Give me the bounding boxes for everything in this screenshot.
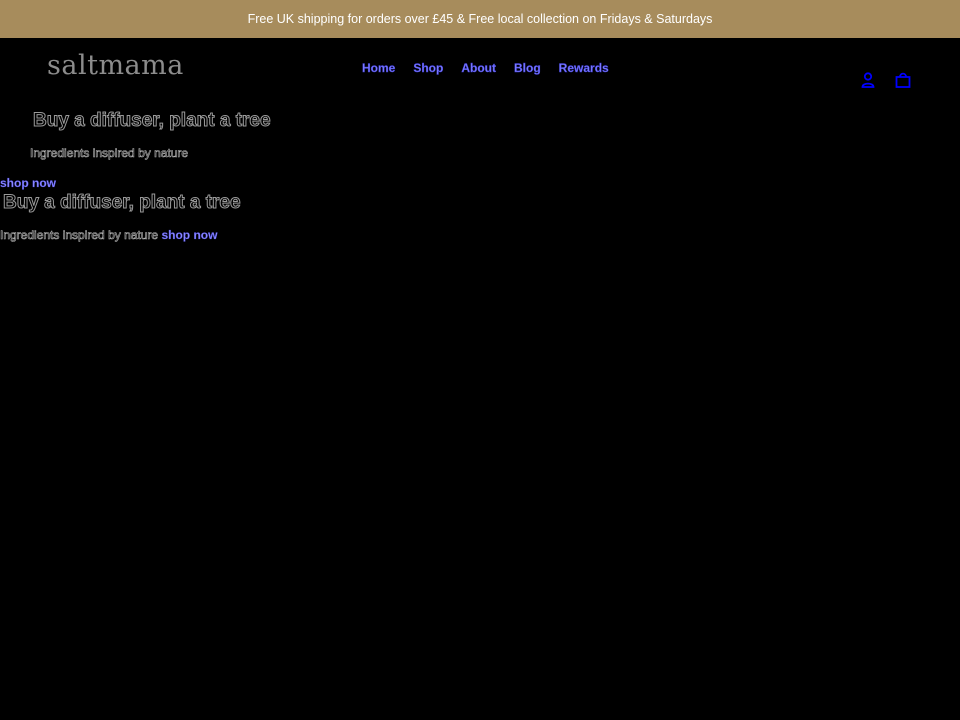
hero-shop-now-link[interactable]: shop now: [0, 176, 56, 190]
bag-icon[interactable]: [893, 70, 913, 90]
nav-shop[interactable]: Shop: [413, 61, 443, 75]
nav-blog[interactable]: Blog: [514, 61, 541, 75]
announcement-bar: Free UK shipping for orders over £45 & F…: [0, 0, 960, 38]
nav-home[interactable]: Home: [362, 61, 396, 75]
hero-repeat-subtitle: Ingredients inspired by nature shop now: [0, 228, 218, 243]
main-nav: Home Shop About Blog Rewards: [362, 61, 609, 75]
hero-subtitle: Ingredients inspired by nature: [30, 146, 189, 161]
site-logo[interactable]: saltmama: [47, 50, 184, 81]
nav-about[interactable]: About: [461, 61, 496, 75]
nav-rewards[interactable]: Rewards: [558, 61, 608, 75]
announcement-text: Free UK shipping for orders over £45 & F…: [247, 12, 713, 26]
user-icon[interactable]: [858, 70, 878, 90]
hero-repeat-shop-now-link[interactable]: shop now: [161, 228, 217, 242]
hero-title: Buy a diffuser, plant a tree: [33, 110, 272, 132]
hero-repeat-title: Buy a diffuser, plant a tree: [3, 192, 242, 214]
hero-repeat-subtitle-text: Ingredients inspired by nature: [0, 228, 159, 243]
